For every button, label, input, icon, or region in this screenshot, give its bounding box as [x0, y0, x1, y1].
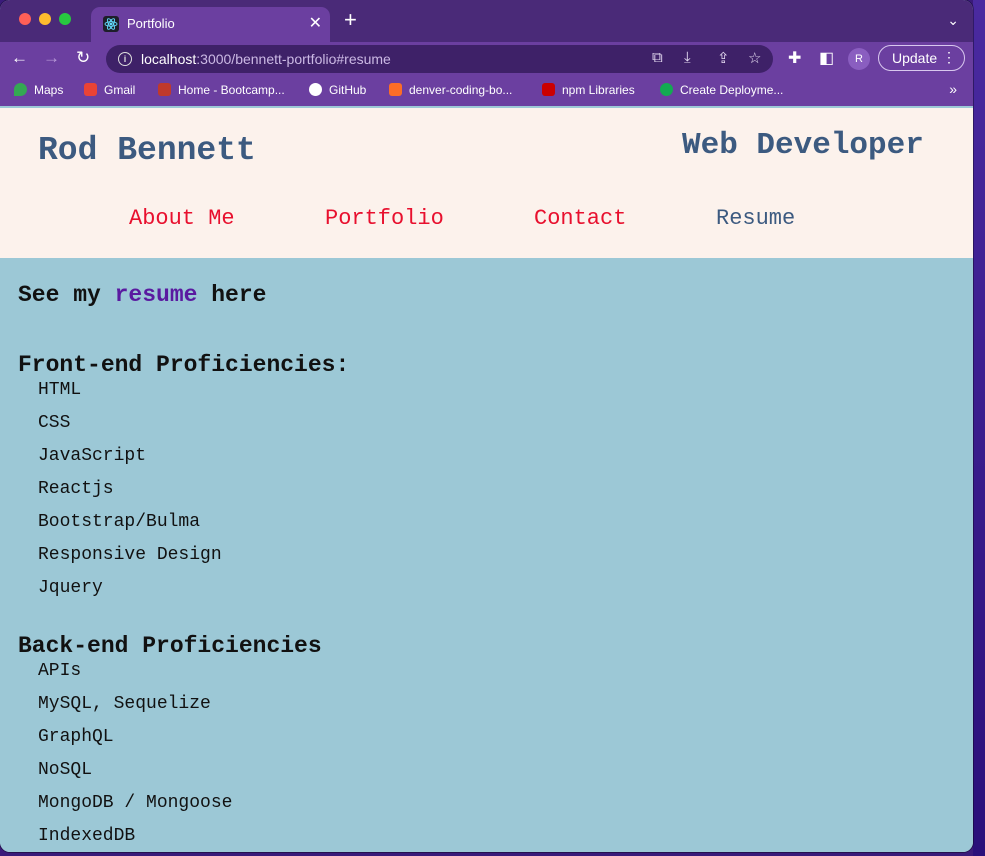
more-bookmarks-icon[interactable]: » — [949, 81, 957, 97]
nav-contact[interactable]: Contact — [534, 206, 626, 231]
open-in-app-icon[interactable]: ⧉ — [652, 49, 663, 66]
extensions-puzzle-icon[interactable]: ✚ — [788, 48, 801, 68]
close-window-button[interactable] — [19, 13, 31, 25]
bookmark-github[interactable]: GitHub — [309, 83, 366, 97]
nav-resume[interactable]: Resume — [716, 206, 795, 231]
bookmark-npm-libraries[interactable]: npm Libraries — [542, 83, 635, 97]
resume-intro: See my resume here — [18, 282, 267, 308]
side-panel-icon[interactable]: ◧ — [819, 48, 834, 68]
site-info-icon[interactable]: i — [118, 52, 132, 66]
bookmarks-bar: Maps Gmail Home - Bootcamp... GitHub den… — [0, 76, 973, 106]
gitlab-icon — [389, 83, 402, 96]
maps-icon — [14, 83, 27, 96]
desktop-background — [973, 0, 985, 856]
reload-icon[interactable]: ↻ — [76, 48, 90, 68]
nav-portfolio[interactable]: Portfolio — [325, 206, 444, 231]
site-name: Rod Bennett — [38, 132, 256, 169]
backend-skill: IndexedDB — [38, 826, 136, 846]
update-label: Update — [892, 50, 938, 66]
profile-avatar[interactable]: R — [848, 48, 870, 70]
frontend-skill: Jquery — [38, 578, 103, 598]
bootcamp-icon — [158, 83, 171, 96]
bookmark-gmail[interactable]: Gmail — [84, 83, 135, 97]
install-icon[interactable]: ⤓ — [684, 49, 691, 66]
page-viewport: Rod Bennett Web Developer About Me Portf… — [0, 108, 973, 852]
menu-dots-icon[interactable]: ⋮ — [942, 49, 956, 66]
browser-window: Portfolio ✕ + ⌄ ← → ↻ i localhost:3000/b… — [0, 0, 973, 852]
react-favicon-icon — [103, 16, 119, 32]
bookmark-maps[interactable]: Maps — [14, 83, 63, 97]
address-bar[interactable]: i localhost:3000/bennett-portfolio#resum… — [106, 45, 773, 73]
tab-search-chevron-icon[interactable]: ⌄ — [947, 12, 959, 29]
bookmark-home-bootcamp[interactable]: Home - Bootcamp... — [158, 83, 285, 97]
backend-skill: NoSQL — [38, 760, 93, 780]
frontend-skill: HTML — [38, 380, 82, 400]
frontend-skill: Reactjs — [38, 479, 114, 499]
share-icon[interactable]: ⇪ — [717, 49, 730, 67]
backend-heading: Back-end Proficiencies — [18, 633, 322, 659]
backend-skill: MongoDB / Mongoose — [38, 793, 233, 813]
bookmark-star-icon[interactable]: ☆ — [748, 49, 761, 67]
tab-title: Portfolio — [127, 16, 175, 31]
forward-arrow-icon[interactable]: → — [43, 48, 60, 68]
frontend-skill: Bootstrap/Bulma — [38, 512, 201, 532]
tab-strip: Portfolio ✕ + ⌄ — [0, 0, 973, 42]
back-arrow-icon[interactable]: ← — [11, 48, 28, 68]
backend-skill: APIs — [38, 661, 82, 681]
site-header: Rod Bennett Web Developer About Me Portf… — [0, 108, 973, 258]
site-role: Web Developer — [682, 128, 924, 163]
gmail-icon — [84, 83, 97, 96]
maximize-window-button[interactable] — [59, 13, 71, 25]
frontend-skill: CSS — [38, 413, 71, 433]
backend-skill: GraphQL — [38, 727, 114, 747]
bookmark-create-deployment[interactable]: Create Deployme... — [660, 83, 783, 97]
minimize-window-button[interactable] — [39, 13, 51, 25]
backend-skill: MySQL, Sequelize — [38, 694, 211, 714]
nav-about-me[interactable]: About Me — [129, 206, 235, 231]
close-tab-icon[interactable]: ✕ — [309, 13, 322, 33]
frontend-skill: Responsive Design — [38, 545, 222, 565]
update-button[interactable]: Update ⋮ — [878, 45, 965, 71]
resume-download-link[interactable]: resume — [115, 282, 198, 308]
tab-portfolio[interactable]: Portfolio ✕ — [91, 7, 330, 42]
url-text[interactable]: localhost:3000/bennett-portfolio#resume — [141, 51, 391, 67]
new-tab-icon[interactable]: + — [344, 9, 357, 31]
npm-icon — [542, 83, 555, 96]
bookmark-denver-coding[interactable]: denver-coding-bo... — [389, 83, 512, 97]
github-icon — [309, 83, 322, 96]
mongodb-icon — [660, 83, 673, 96]
frontend-skill: JavaScript — [38, 446, 147, 466]
browser-toolbar: ← → ↻ i localhost:3000/bennett-portfolio… — [0, 42, 973, 76]
frontend-heading: Front-end Proficiencies: — [18, 352, 350, 378]
